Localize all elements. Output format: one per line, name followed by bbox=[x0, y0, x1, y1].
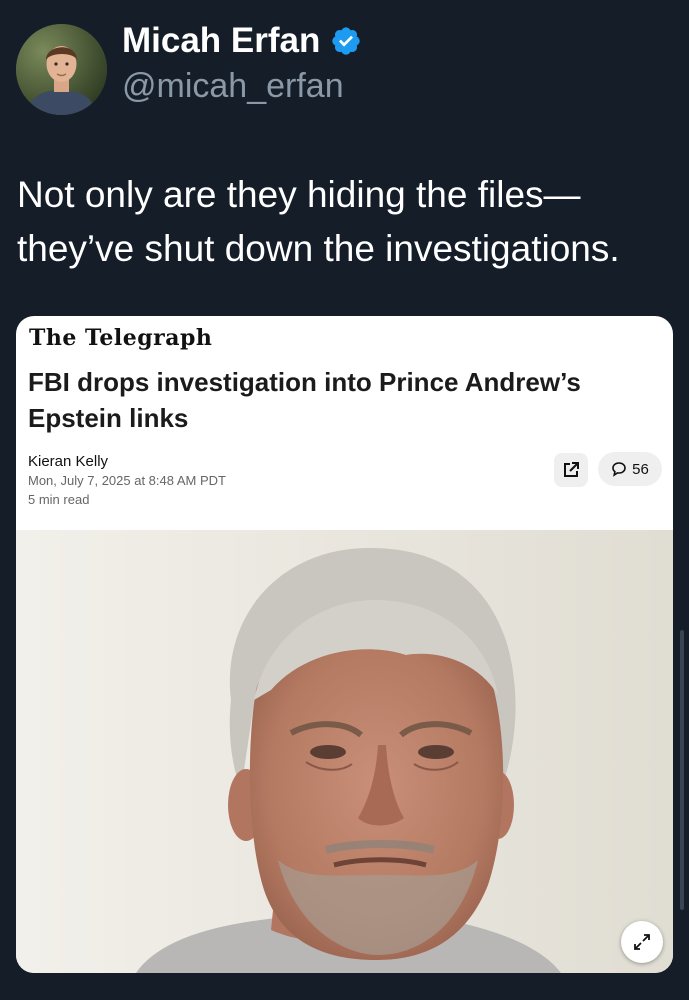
avatar-image bbox=[16, 24, 107, 115]
publication-logo: The Telegraph bbox=[29, 325, 213, 351]
expand-image-button[interactable] bbox=[621, 921, 663, 963]
article-photo[interactable] bbox=[16, 530, 673, 973]
post-text: Not only are they hiding the files— they… bbox=[17, 168, 682, 276]
speech-bubble-icon bbox=[612, 462, 626, 477]
post-text-line: Not only are they hiding the files— bbox=[17, 174, 581, 215]
external-link-icon bbox=[564, 462, 579, 477]
scrollbar[interactable] bbox=[680, 630, 684, 910]
expand-icon bbox=[634, 934, 650, 950]
article-author[interactable]: Kieran Kelly bbox=[28, 453, 108, 470]
share-button[interactable] bbox=[554, 453, 588, 487]
comments-button[interactable]: 56 bbox=[598, 452, 662, 486]
post-text-line: they’ve shut down the investigations. bbox=[17, 228, 620, 269]
comment-count: 56 bbox=[632, 460, 649, 478]
user-handle[interactable]: @micah_erfan bbox=[122, 67, 344, 106]
display-name-row[interactable]: Micah Erfan bbox=[122, 21, 362, 61]
avatar[interactable] bbox=[16, 24, 107, 115]
display-name[interactable]: Micah Erfan bbox=[122, 21, 320, 61]
portrait-image bbox=[16, 530, 673, 973]
article-date: Mon, July 7, 2025 at 8:48 AM PDT bbox=[28, 473, 226, 488]
article-read-time: 5 min read bbox=[28, 492, 90, 507]
post-screen: Micah Erfan @micah_erfan Not only are th… bbox=[0, 0, 689, 1000]
article-card[interactable]: The Telegraph FBI drops investigation in… bbox=[16, 316, 673, 973]
article-headline[interactable]: FBI drops investigation into Prince Andr… bbox=[28, 364, 648, 436]
verified-badge-icon bbox=[332, 27, 361, 55]
